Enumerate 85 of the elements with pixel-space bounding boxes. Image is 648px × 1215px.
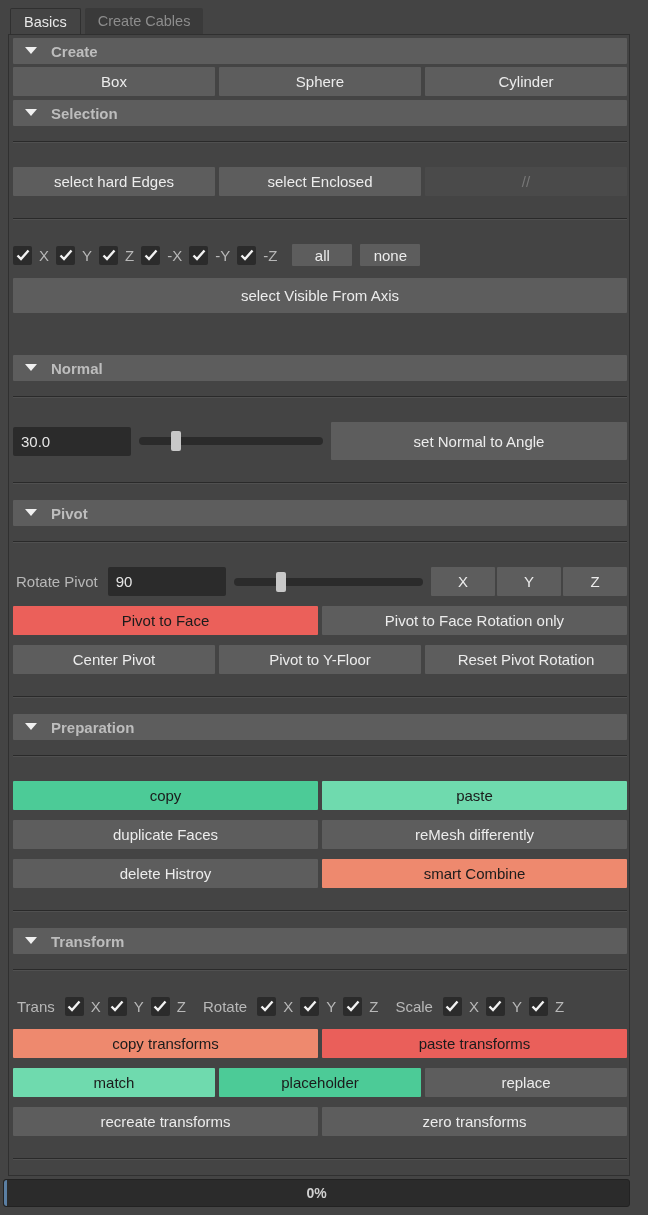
number-field[interactable]: 30.0 [13, 426, 131, 456]
field-label: Scale [395, 997, 433, 1015]
checkbox-label: Y [326, 997, 337, 1015]
action-button[interactable]: recreate transforms [13, 1107, 318, 1136]
action-button[interactable]: delete Histroy [13, 859, 318, 888]
checkbox[interactable] [343, 996, 363, 1016]
checkbox-label: X [90, 997, 101, 1015]
action-button[interactable]: match [13, 1068, 215, 1097]
checkbox-label: Y [511, 997, 522, 1015]
checkbox-label: -Y [215, 246, 231, 264]
action-button[interactable]: placeholder [219, 1068, 421, 1097]
action-button[interactable]: duplicate Faces [13, 820, 318, 849]
checkbox[interactable] [189, 245, 209, 265]
checkbox[interactable] [257, 996, 277, 1016]
action-button[interactable]: Pivot to Face [13, 606, 318, 635]
action-button[interactable]: all [292, 244, 353, 266]
field-label: Rotate Pivot [16, 573, 98, 590]
checkbox[interactable] [107, 996, 127, 1016]
action-button[interactable]: select Visible From Axis [13, 278, 627, 313]
checkbox-label: -X [167, 246, 183, 264]
checkbox[interactable] [237, 245, 257, 265]
checkbox[interactable] [64, 996, 84, 1016]
action-button[interactable]: replace [425, 1068, 627, 1097]
action-button[interactable]: smart Combine [322, 859, 627, 888]
section-header[interactable]: Preparation [13, 714, 627, 740]
action-button[interactable]: reMesh differently [322, 820, 627, 849]
section-title: Pivot [51, 504, 88, 522]
section-title: Create [51, 42, 98, 60]
progress-label: 0% [306, 1185, 327, 1201]
checkbox-label: Z [125, 246, 135, 264]
checkbox-label: -Z [263, 246, 278, 264]
section-header[interactable]: Selection [13, 100, 627, 126]
checkbox[interactable] [13, 245, 32, 265]
action-button[interactable]: Pivot to Face Rotation only [322, 606, 627, 635]
action-button[interactable]: Box [13, 67, 215, 96]
checkbox-label: Z [369, 997, 379, 1015]
action-button[interactable]: X [431, 567, 495, 596]
section-header[interactable]: Pivot [13, 500, 627, 526]
checkbox-label: Y [133, 997, 144, 1015]
slider-track[interactable] [139, 431, 323, 451]
action-button[interactable]: paste transforms [322, 1029, 627, 1058]
action-button[interactable]: Reset Pivot Rotation [425, 645, 627, 674]
action-button[interactable]: Cylinder [425, 67, 627, 96]
action-button[interactable]: Z [563, 567, 627, 596]
checkbox[interactable] [442, 996, 462, 1016]
tab[interactable]: Basics [10, 8, 81, 34]
section-header[interactable]: Normal [13, 355, 627, 381]
checkbox-label: X [39, 246, 49, 264]
slider-handle[interactable] [170, 431, 181, 451]
checkbox-label: Z [176, 997, 186, 1015]
checkbox-label: Y [82, 246, 93, 264]
checkbox[interactable] [485, 996, 505, 1016]
section-title: Preparation [51, 718, 135, 736]
section-header[interactable]: Create [13, 38, 627, 64]
field-label: Trans [17, 997, 55, 1015]
field-label: Rotate [203, 997, 248, 1015]
number-field[interactable]: 90 [107, 567, 226, 596]
action-button[interactable]: Center Pivot [13, 645, 215, 674]
action-button[interactable]: copy [13, 781, 318, 810]
action-button[interactable]: set Normal to Angle [331, 422, 627, 460]
section-title: Transform [51, 932, 125, 950]
slider-handle[interactable] [276, 571, 287, 592]
section-title: Normal [51, 359, 103, 377]
checkbox[interactable] [528, 996, 548, 1016]
checkbox-label: X [283, 997, 294, 1015]
checkbox[interactable] [56, 245, 75, 265]
action-button[interactable]: zero transforms [322, 1107, 627, 1136]
action-button[interactable]: none [360, 244, 421, 266]
action-button[interactable]: select Enclosed [219, 167, 421, 196]
action-button[interactable]: Sphere [219, 67, 421, 96]
section-title: Selection [51, 104, 118, 122]
action-button[interactable]: Pivot to Y-Floor [219, 645, 421, 674]
checkbox-label: Z [554, 997, 565, 1015]
action-button[interactable]: select hard Edges [13, 167, 215, 196]
checkbox[interactable] [141, 245, 161, 265]
action-button[interactable]: Y [497, 567, 561, 596]
checkbox[interactable] [99, 245, 119, 265]
section-header[interactable]: Transform [13, 928, 627, 954]
slider-track[interactable] [233, 571, 423, 592]
checkbox[interactable] [300, 996, 320, 1016]
tab[interactable]: Create Cables [84, 8, 204, 34]
action-button[interactable]: copy transforms [13, 1029, 318, 1058]
checkbox-label: X [468, 997, 479, 1015]
checkbox[interactable] [150, 996, 170, 1016]
action-button[interactable]: paste [322, 781, 627, 810]
